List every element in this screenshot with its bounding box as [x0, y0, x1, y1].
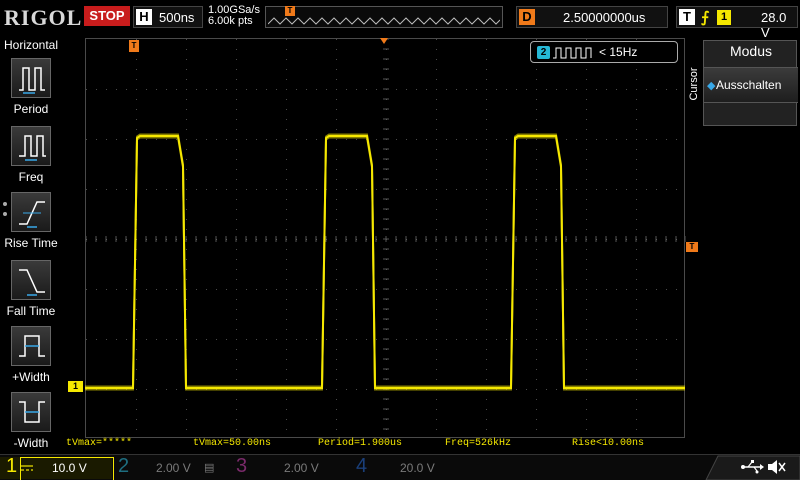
ch1-ground-marker[interactable]: 1 [68, 381, 83, 392]
channel-number: 3 [236, 455, 248, 477]
menu-item-rise-time[interactable]: Rise Time [0, 192, 62, 256]
memory-overview-bar[interactable]: T [265, 6, 503, 28]
cursor-mode-button[interactable]: ◆ Ausschalten [704, 67, 798, 103]
cursor-mode-panel: Modus ◆ Ausschalten [703, 40, 798, 126]
memory-depth: 6.00k pts [208, 15, 253, 27]
rising-edge-icon: ⨍ [701, 9, 710, 26]
fall-time-icon [11, 260, 51, 300]
channel-scale: 2.00 V [156, 461, 191, 475]
measurement-item[interactable]: tVmax=***** [66, 438, 132, 449]
waveform-trace-line [85, 136, 685, 391]
delay-value: 2.50000000us [563, 10, 646, 25]
horizontal-key-badge: H [136, 9, 152, 25]
horizontal-center-marker [380, 38, 388, 44]
measurement-item[interactable]: Period=1.900us [318, 438, 402, 449]
menu-item-period[interactable]: Period [0, 58, 62, 122]
run-stop-status[interactable]: STOP [84, 6, 130, 26]
menu-item-label: Freq [18, 170, 44, 184]
trigger-settings[interactable]: T ⨍ 1 28.0 V [676, 6, 798, 40]
overview-trigger-marker: T [285, 6, 295, 16]
menu-item-label: +Width [12, 370, 50, 384]
waveform-trace-line [85, 135, 685, 389]
channel-4-status[interactable]: 4 20.0 V [354, 455, 464, 479]
measurement-item[interactable]: Freq=526kHz [445, 438, 511, 449]
delay-key-badge: D [519, 9, 535, 25]
channel-number: 4 [356, 455, 368, 477]
trigger-level-value: 28.0 V [761, 10, 787, 40]
counter-channel-badge: 2 [537, 46, 550, 59]
channel-1-status[interactable]: 1 10.0 V [0, 455, 114, 480]
memory-overview-waveform [268, 17, 500, 25]
menu-item-label: Rise Time [4, 236, 58, 250]
acquisition-info: 1.00GSa/s 6.00k pts [208, 5, 260, 27]
menu-item-pos-width[interactable]: +Width [0, 326, 62, 390]
menu-item-label: -Width [13, 436, 49, 450]
menu-item-label: Period [13, 102, 49, 116]
timebase-value: 500ns [159, 10, 195, 25]
neg-width-icon [11, 392, 51, 432]
dc-coupling-icon [20, 463, 34, 473]
horizontal-delay[interactable]: D 2.50000000us [516, 6, 668, 28]
rigol-logo: RIGOL [4, 5, 83, 30]
horizontal-measure-menu: Horizontal Period Freq Rise Time Fall Ti… [0, 36, 62, 454]
menu-item-label: Fall Time [6, 304, 56, 318]
channel-3-status[interactable]: 3 2.00 V [234, 455, 344, 479]
trigger-level-marker[interactable]: T [686, 242, 698, 252]
trigger-position-marker[interactable]: T [129, 40, 139, 52]
channel-number: 2 [118, 455, 130, 477]
channel-scale: 20.0 V [400, 461, 435, 475]
menu-title: Horizontal [3, 38, 59, 52]
menu-item-neg-width[interactable]: -Width [0, 392, 62, 456]
channel-number: 1 [6, 455, 18, 477]
selector-arrow-icon: ◆ [707, 80, 716, 92]
measurement-item[interactable]: Rise<10.00ns [572, 438, 644, 449]
menu-item-fall-time[interactable]: Fall Time [0, 260, 62, 324]
horizontal-timebase[interactable]: H 500ns [133, 6, 203, 28]
menu-item-freq[interactable]: Freq [0, 126, 62, 190]
channel-2-status[interactable]: 2 2.00 V ▤ [116, 455, 224, 479]
channel-scale: 10.0 V [52, 461, 87, 475]
counter-value: < 15Hz [599, 45, 638, 59]
cursor-mode-value: Ausschalten [716, 78, 782, 92]
panel-title: Modus [729, 43, 773, 59]
cursor-tab[interactable]: Cursor [687, 40, 701, 130]
pos-width-icon [11, 326, 51, 366]
top-status-bar: RIGOL STOP H 500ns 1.00GSa/s 6.00k pts T… [0, 0, 800, 40]
system-status-icons [700, 454, 800, 480]
channel-1-trace [85, 133, 685, 391]
frequency-counter: 2 < 15Hz [530, 41, 678, 63]
channel-scale: 2.00 V [284, 461, 319, 475]
square-wave-icon [553, 47, 592, 59]
trigger-key-badge: T [679, 9, 695, 25]
channel-status-bar: 1 10.0 V 2 2.00 V ▤ 3 2.00 V 4 20.0 V [0, 454, 800, 480]
rise-time-icon [11, 192, 51, 232]
freq-icon [11, 126, 51, 166]
bandwidth-limit-icon: ▤ [204, 462, 215, 474]
period-icon [11, 58, 51, 98]
measurement-item[interactable]: tVmax=50.00ns [193, 438, 271, 449]
waveform-trace-line [85, 133, 685, 388]
trigger-source-badge: 1 [717, 10, 731, 25]
